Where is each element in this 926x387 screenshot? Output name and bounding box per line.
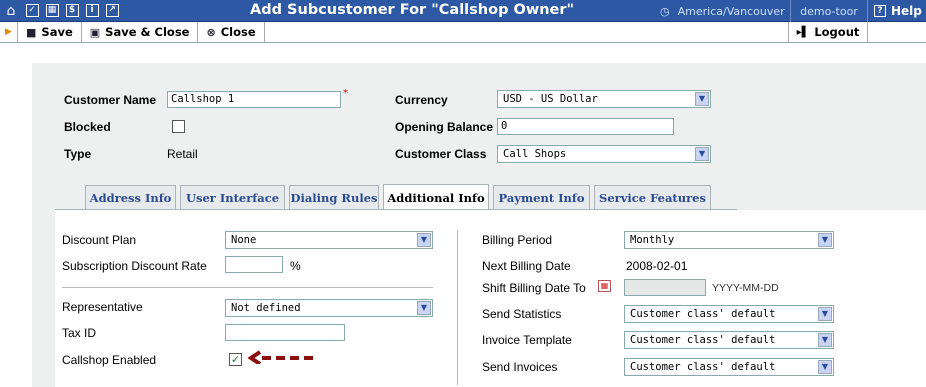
discount-plan-select[interactable]: None ▼ <box>225 231 433 249</box>
representative-select[interactable]: Not defined ▼ <box>225 299 433 317</box>
close-icon: ⊗ <box>206 25 216 39</box>
expand-arrow-icon[interactable]: ▶ <box>0 22 18 42</box>
tab-address-info[interactable]: Address Info <box>85 185 176 209</box>
chevron-down-icon: ▼ <box>818 333 832 347</box>
tax-id-input[interactable] <box>225 324 345 341</box>
customer-class-select[interactable]: Call Shops ▼ <box>497 145 711 163</box>
save-button[interactable]: ■ Save <box>18 22 82 42</box>
pointer-arrow-icon <box>247 350 313 364</box>
blocked-checkbox[interactable] <box>172 120 185 133</box>
chevron-down-icon: ▼ <box>417 301 431 315</box>
logout-label: Logout <box>814 25 860 39</box>
tab-bar: Address Info User Interface Dialing Rule… <box>55 184 737 210</box>
tab-dialing-rules[interactable]: Dialing Rules <box>289 185 379 209</box>
subscription-discount-label: Subscription Discount Rate <box>62 259 207 273</box>
chart-icon[interactable]: ↗ <box>102 0 122 22</box>
representative-value: Not defined <box>231 302 301 314</box>
logout-icon: ▸▌ <box>796 26 810 38</box>
save-label: Save <box>41 25 73 39</box>
grid-icon[interactable]: ▦ <box>42 0 62 22</box>
info-icon[interactable]: i <box>82 0 102 22</box>
save-close-button[interactable]: ▣ Save & Close <box>82 22 199 42</box>
date-format-hint: YYYY-MM-DD <box>712 282 779 294</box>
customer-class-value: Call Shops <box>503 148 567 160</box>
billing-period-label: Billing Period <box>482 233 553 247</box>
shift-billing-label: Shift Billing Date To <box>482 281 586 295</box>
page-title: Add Subcustomer For "Callshop Owner" <box>250 2 575 18</box>
send-statistics-label: Send Statistics <box>482 307 562 321</box>
chevron-down-icon: ▼ <box>818 307 832 321</box>
opening-balance-label: Opening Balance <box>395 120 494 134</box>
home-icon[interactable]: ⌂ <box>0 0 22 22</box>
discount-plan-label: Discount Plan <box>62 233 137 247</box>
required-marker: * <box>343 88 348 99</box>
type-label: Type <box>64 147 92 161</box>
currency-label: Currency <box>395 93 448 107</box>
callshop-enabled-checkbox[interactable]: ✓ <box>229 353 242 366</box>
currency-value: USD - US Dollar <box>503 93 598 105</box>
tab-payment-info[interactable]: Payment Info <box>493 185 590 209</box>
checklist-icon[interactable]: ✓ <box>22 0 42 22</box>
send-invoices-select[interactable]: Customer class' default ▼ <box>624 358 834 376</box>
send-invoices-value: Customer class' default <box>630 361 776 373</box>
title-bar: ⌂ ✓ ▦ $ i ↗ Add Subcustomer For "Callsho… <box>0 0 926 22</box>
percent-label: % <box>290 259 301 273</box>
user-link[interactable]: demo-toor <box>790 0 868 22</box>
calendar-icon[interactable]: ▦ <box>598 280 611 292</box>
column-divider <box>457 230 458 385</box>
chevron-down-icon: ▼ <box>695 92 709 106</box>
discount-plan-value: None <box>231 234 257 246</box>
chevron-down-icon: ▼ <box>818 360 832 374</box>
help-icon: ? <box>874 5 886 17</box>
customer-name-label: Customer Name <box>64 93 157 107</box>
dollar-icon[interactable]: $ <box>62 0 82 22</box>
blocked-label: Blocked <box>64 120 111 134</box>
currency-select[interactable]: USD - US Dollar ▼ <box>497 90 711 108</box>
billing-period-value: Monthly <box>630 234 675 246</box>
tab-service-features[interactable]: Service Features <box>594 185 711 209</box>
representative-label: Representative <box>62 300 143 314</box>
send-statistics-value: Customer class' default <box>630 308 776 320</box>
disk-icon: ■ <box>26 25 37 39</box>
send-statistics-select[interactable]: Customer class' default ▼ <box>624 305 834 323</box>
chevron-down-icon: ▼ <box>695 147 709 161</box>
customer-name-input[interactable]: Callshop 1 <box>167 91 341 108</box>
save-close-label: Save & Close <box>105 25 190 39</box>
invoice-template-value: Customer class' default <box>630 334 776 346</box>
disk-close-icon: ▣ <box>89 25 101 39</box>
subscription-discount-input[interactable] <box>225 256 283 273</box>
close-label: Close <box>220 25 256 39</box>
close-button[interactable]: ⊗ Close <box>198 22 265 42</box>
section-divider <box>62 287 433 288</box>
invoice-template-label: Invoice Template <box>482 333 572 347</box>
timezone-link[interactable]: ◷ America/Vancouver <box>660 0 785 22</box>
next-billing-value: 2008-02-01 <box>626 259 688 273</box>
shift-billing-input[interactable] <box>624 279 706 296</box>
help-link[interactable]: ? Help <box>874 0 922 22</box>
type-value: Retail <box>167 147 198 161</box>
callshop-enabled-label: Callshop Enabled <box>62 353 157 367</box>
help-label: Help <box>891 4 922 18</box>
timezone-label: America/Vancouver <box>677 4 785 18</box>
billing-period-select[interactable]: Monthly ▼ <box>624 231 834 249</box>
invoice-template-select[interactable]: Customer class' default ▼ <box>624 331 834 349</box>
toolbar: ▶ ■ Save ▣ Save & Close ⊗ Close ▸▌ Logou… <box>0 22 926 43</box>
logout-button[interactable]: ▸▌ Logout <box>788 22 868 42</box>
chevron-down-icon: ▼ <box>417 233 431 247</box>
clock-icon: ◷ <box>660 4 670 18</box>
chevron-down-icon: ▼ <box>818 233 832 247</box>
send-invoices-label: Send Invoices <box>482 360 558 374</box>
customer-class-label: Customer Class <box>395 147 487 161</box>
tab-user-interface[interactable]: User Interface <box>180 185 285 209</box>
opening-balance-input[interactable]: 0 <box>497 118 674 135</box>
tab-additional-info[interactable]: Additional Info <box>383 184 489 210</box>
next-billing-label: Next Billing Date <box>482 259 571 273</box>
tax-id-label: Tax ID <box>62 326 97 340</box>
